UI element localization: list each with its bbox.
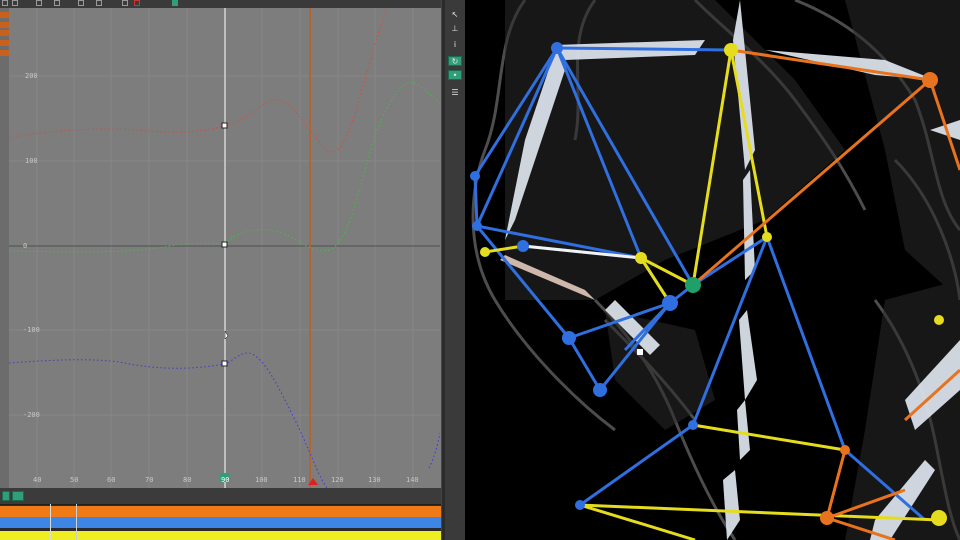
keyframe-y[interactable] — [221, 241, 228, 248]
timeline-header — [0, 488, 441, 505]
joint-right-leg[interactable] — [931, 510, 947, 526]
timeline-track-yellow[interactable] — [0, 531, 441, 540]
select-arrow-icon[interactable]: ↖ — [448, 10, 462, 20]
x-axis-label: 60 — [107, 476, 116, 484]
curve-x-channel[interactable] — [9, 8, 388, 153]
timeline-track-blue[interactable] — [0, 517, 441, 528]
x-axis-label: 140 — [406, 476, 419, 484]
channel-swatch[interactable] — [0, 12, 9, 18]
joint-forearm[interactable] — [517, 240, 529, 252]
joint-selected-chest[interactable] — [685, 277, 701, 293]
joint-hand[interactable] — [593, 383, 607, 397]
ik-tool-icon[interactable]: • — [448, 70, 462, 80]
joint-right-knee[interactable] — [820, 511, 834, 525]
graph-toolbar — [0, 0, 441, 8]
toolbar-tool-icon[interactable] — [2, 0, 8, 6]
x-axis-label: 80 — [183, 476, 192, 484]
y-axis-label: 100 — [25, 157, 38, 165]
curve-graph[interactable]: 200 100 0 -100 -200 40 50 60 70 80 90 10… — [9, 8, 440, 488]
joint-pelvis[interactable] — [575, 500, 585, 510]
joint-wrist[interactable] — [562, 331, 576, 345]
x-axis-label: 120 — [331, 476, 344, 484]
timeline-track-orange[interactable] — [0, 506, 441, 517]
3d-viewport[interactable] — [465, 0, 960, 540]
viewport-scene[interactable] — [465, 0, 960, 540]
x-axis-label: 70 — [145, 476, 154, 484]
joint-neck[interactable] — [724, 43, 738, 57]
keyframe-x[interactable] — [221, 122, 228, 129]
y-axis-label: 200 — [25, 72, 38, 80]
timeline-playhead-secondary[interactable] — [76, 504, 77, 540]
toolbar-tool-icon[interactable] — [12, 0, 18, 6]
joint-hip[interactable] — [688, 420, 698, 430]
toolbar-snap-icon[interactable] — [172, 0, 178, 6]
channel-list-strip — [0, 8, 9, 488]
selection-handle[interactable] — [637, 349, 643, 355]
toolbar-tool-icon[interactable] — [96, 0, 102, 6]
joint-right-hand[interactable] — [934, 315, 944, 325]
joint-upper-arm[interactable] — [470, 171, 480, 181]
channel-swatch[interactable] — [0, 40, 9, 46]
body-mesh-fill — [505, 0, 960, 540]
channel-swatch[interactable] — [0, 30, 9, 36]
list-icon[interactable]: ☰ — [448, 88, 462, 98]
y-axis-label: -100 — [23, 326, 40, 334]
joint-right-hip[interactable] — [840, 445, 850, 455]
x-axis-label: 100 — [255, 476, 268, 484]
toolbar-delete-icon[interactable] — [134, 0, 140, 6]
joint-palm[interactable] — [662, 295, 678, 311]
transform-axis-icon[interactable]: ⊥ — [448, 24, 462, 34]
info-icon[interactable]: i — [448, 40, 462, 50]
keyframe-z[interactable] — [221, 360, 228, 367]
y-axis-label: -200 — [23, 411, 40, 419]
mouse-cursor-icon — [224, 330, 229, 340]
joint-shoulder[interactable] — [551, 42, 563, 54]
toolbar-tool-icon[interactable] — [122, 0, 128, 6]
y-axis-label: 0 — [23, 242, 28, 250]
joint-thumb[interactable] — [480, 247, 490, 257]
joint-finger[interactable] — [635, 252, 647, 264]
curve-canvas[interactable] — [9, 8, 440, 488]
rotate-tool-icon[interactable]: ↻ — [448, 56, 462, 66]
joint-spine[interactable] — [762, 232, 772, 242]
toolbar-tool-icon[interactable] — [36, 0, 42, 6]
toolbar-tool-icon[interactable] — [78, 0, 84, 6]
channel-swatch[interactable] — [0, 50, 9, 56]
timeline-dropdown-button[interactable] — [12, 491, 24, 501]
x-axis-label: 40 — [33, 476, 42, 484]
x-axis-label: 110 — [293, 476, 306, 484]
joint-right-shoulder[interactable] — [922, 72, 938, 88]
current-frame-label: 90 — [221, 476, 230, 484]
x-axis-label: 50 — [70, 476, 79, 484]
timeline-panel — [0, 488, 441, 540]
timeline-mode-button[interactable] — [2, 491, 10, 501]
toolbar-tool-icon[interactable] — [54, 0, 60, 6]
graph-editor-panel: 200 100 0 -100 -200 40 50 60 70 80 90 10… — [0, 0, 441, 488]
channel-swatch[interactable] — [0, 22, 9, 28]
x-axis-label: 130 — [368, 476, 381, 484]
curve-z-channel[interactable] — [9, 352, 328, 488]
viewport-toolbar: ↖ ⊥ i ↻ • ☰ — [445, 0, 465, 540]
joint-elbow[interactable] — [472, 221, 482, 231]
timeline-playhead[interactable] — [50, 504, 51, 540]
